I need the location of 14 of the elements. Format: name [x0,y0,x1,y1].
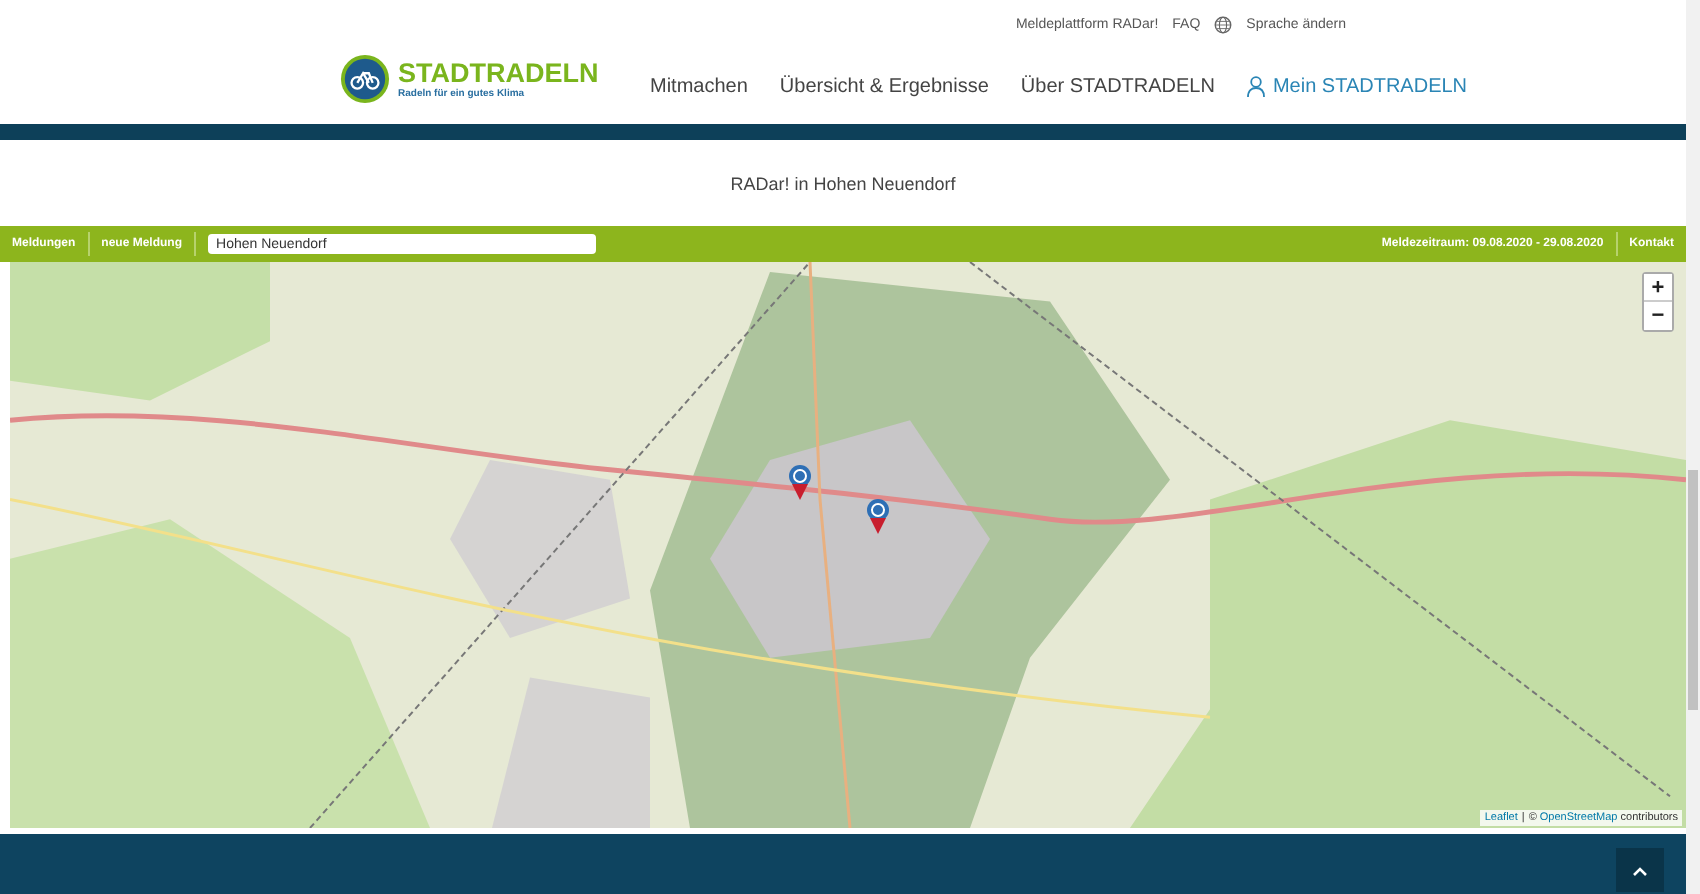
nav-link[interactable]: Über STADTRADELN [1020,76,1215,98]
map-pin-icon [864,498,892,534]
bicycle-logo-icon [340,54,390,104]
globe-icon [1214,16,1233,34]
nav-link[interactable]: Übersicht & Ergebnisse [779,76,989,98]
nav-link[interactable]: Mitmachen [650,76,748,98]
caret-icon [1632,865,1648,875]
zoom-in-button[interactable]: + [1644,274,1672,302]
scroll-top-button[interactable] [1616,848,1664,892]
logo-title: STADTRADELN [398,59,599,87]
nav-link[interactable]: Mein STADTRADELN [1246,76,1468,98]
user-icon [1246,76,1267,98]
page-title: RADar! in Hohen Neuendorf [730,173,956,193]
map-pin-icon [786,464,814,500]
